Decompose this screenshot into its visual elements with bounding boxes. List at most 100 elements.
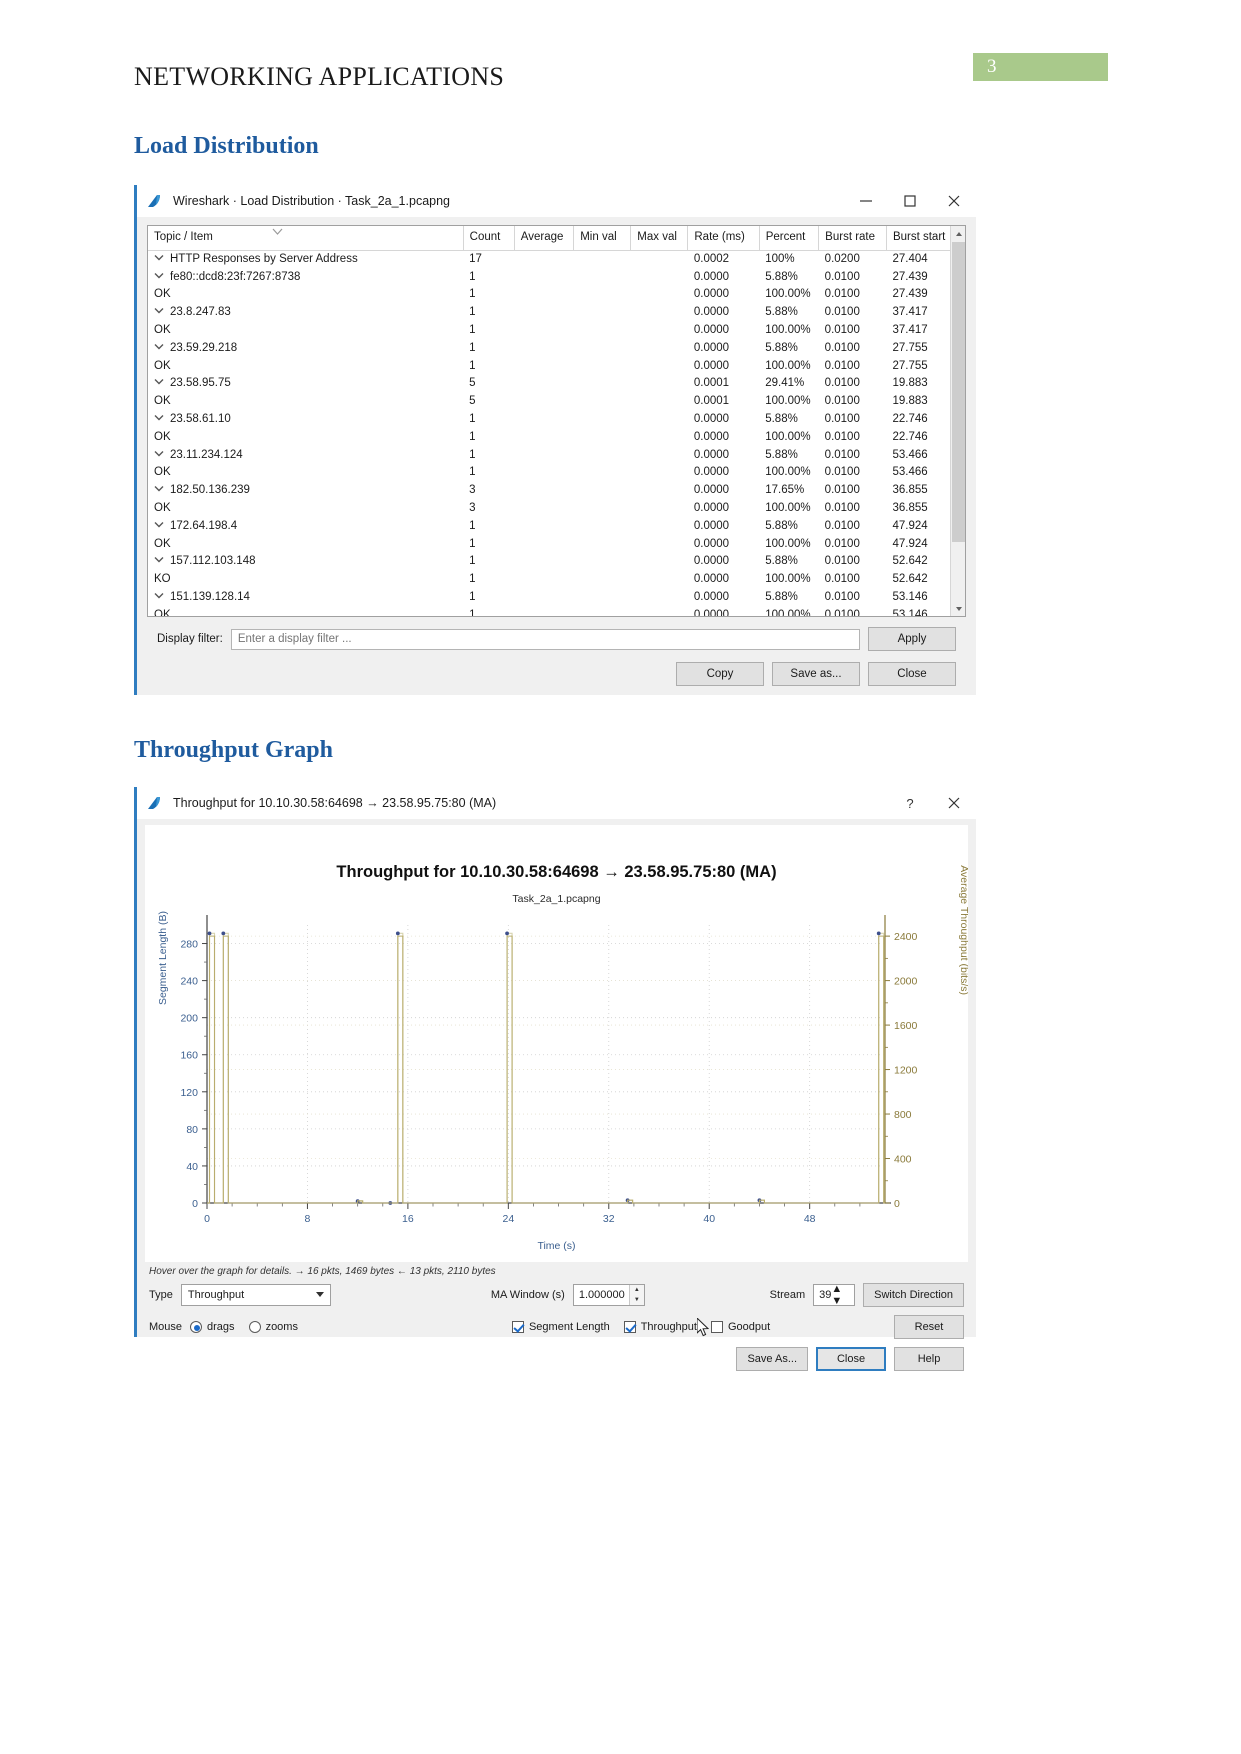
table-row[interactable]: 182.50.136.239 3 0.0000 17.65% 0.0100 36.855 xyxy=(148,481,965,499)
table-row[interactable]: 157.112.103.148 1 0.0000 5.88% 0.0100 52.642 xyxy=(148,553,965,571)
table-row[interactable]: OK 1 0.0000 100.00% 0.0100 53.146 xyxy=(148,606,965,616)
expander-chevron-icon[interactable] xyxy=(154,414,166,421)
throughput-plot-card[interactable]: Throughput for 10.10.30.58:64698 → 23.58… xyxy=(145,825,968,1262)
expander-chevron-icon[interactable] xyxy=(154,485,166,492)
goodput-checkbox[interactable]: Goodput xyxy=(710,1321,770,1333)
save-as-button[interactable]: Save As... xyxy=(736,1347,808,1371)
row-percent-cell: 17.65% xyxy=(765,484,805,497)
expander-chevron-icon[interactable] xyxy=(154,378,166,385)
type-select[interactable]: Throughput xyxy=(180,1284,331,1306)
spin-down-icon[interactable]: ▼ xyxy=(831,1295,842,1307)
table-row[interactable]: OK 1 0.0000 100.00% 0.0100 47.924 xyxy=(148,535,965,553)
row-burst-rate-cell: 0.0100 xyxy=(824,466,860,479)
throughput-chart-svg[interactable]: 0408012016020024028004008001200160020002… xyxy=(145,825,968,1262)
reset-button[interactable]: Reset xyxy=(894,1315,964,1339)
scrollbar-thumb[interactable] xyxy=(952,242,965,542)
table-row[interactable]: OK 1 0.0000 100.00% 0.0100 22.746 xyxy=(148,428,965,446)
row-burst-rate-cell: 0.0100 xyxy=(824,270,860,283)
apply-filter-button[interactable]: Apply xyxy=(868,627,956,651)
spin-up-icon[interactable]: ▲ xyxy=(629,1285,644,1295)
row-min-cell xyxy=(574,375,631,393)
col-header-min-val[interactable]: Min val xyxy=(573,226,632,251)
mouse-zooms-radio[interactable]: zooms xyxy=(248,1321,298,1333)
help-icon[interactable]: ? xyxy=(888,787,932,819)
table-row[interactable]: 23.58.95.75 5 0.0001 29.41% 0.0100 19.883 xyxy=(148,375,965,393)
row-count-cell: 3 xyxy=(469,484,476,497)
table-row[interactable]: OK 1 0.0000 100.00% 0.0100 53.466 xyxy=(148,464,965,482)
table-row[interactable]: OK 3 0.0000 100.00% 0.0100 36.855 xyxy=(148,499,965,517)
row-min-cell xyxy=(574,428,631,446)
row-burst-rate-cell: 0.0100 xyxy=(824,448,860,461)
help-button[interactable]: Help xyxy=(894,1347,964,1371)
table-row[interactable]: HTTP Responses by Server Address 17 0.0002… xyxy=(148,250,965,268)
table-row[interactable]: 151.139.128.14 1 0.0000 5.88% 0.0100 53.146 xyxy=(148,588,965,606)
expander-chevron-icon[interactable] xyxy=(154,592,166,599)
save-as-button[interactable]: Save as... xyxy=(772,662,860,686)
expander-chevron-icon[interactable] xyxy=(154,556,166,563)
expander-chevron-icon[interactable] xyxy=(154,450,166,457)
col-header-max-val[interactable]: Max val xyxy=(630,226,689,251)
table-row[interactable]: OK 5 0.0001 100.00% 0.0100 19.883 xyxy=(148,392,965,410)
table-row[interactable]: fe80::dcd8:23f:7267:8738 1 0.0000 5.88% 0.01… xyxy=(148,268,965,286)
expander-chevron-icon[interactable] xyxy=(154,254,166,261)
row-burst-rate-cell: 0.0100 xyxy=(824,484,860,497)
table-row[interactable]: 23.8.247.83 1 0.0000 5.88% 0.0100 37.417 xyxy=(148,303,965,321)
throughput-label: Throughput xyxy=(640,1321,697,1333)
table-row[interactable]: OK 1 0.0000 100.00% 0.0100 27.755 xyxy=(148,357,965,375)
table-row[interactable]: 172.64.198.4 1 0.0000 5.88% 0.0100 47.924 xyxy=(148,517,965,535)
throughput-checkbox[interactable]: Throughput xyxy=(623,1321,697,1333)
chart-data-point xyxy=(876,931,881,936)
col-header-burst-rate[interactable]: Burst rate xyxy=(818,226,887,251)
row-topic-cell: OK xyxy=(148,428,463,446)
row-topic-label: HTTP Responses by Server Address xyxy=(170,253,358,266)
close-button[interactable]: Close xyxy=(868,662,956,686)
expander-chevron-icon[interactable] xyxy=(154,343,166,350)
close-icon[interactable] xyxy=(932,185,976,217)
stream-spin-buttons[interactable]: ▲ ▼ xyxy=(831,1283,842,1307)
row-rate-cell: 0.0000 xyxy=(693,502,730,515)
row-rate-cell: 0.0000 xyxy=(693,519,730,532)
close-icon[interactable] xyxy=(932,787,976,819)
spin-up-icon[interactable]: ▲ xyxy=(831,1283,842,1295)
expander-chevron-icon[interactable] xyxy=(154,521,166,528)
row-average-cell xyxy=(514,535,573,553)
ma-window-stepper[interactable]: 1.000000 ▲ ▼ xyxy=(572,1284,645,1306)
close-button[interactable]: Close xyxy=(816,1347,886,1371)
table-row[interactable]: KO 1 0.0000 100.00% 0.0100 52.642 xyxy=(148,570,965,588)
table-row[interactable]: OK 1 0.0000 100.00% 0.0100 37.417 xyxy=(148,321,965,339)
row-average-cell xyxy=(514,268,573,286)
row-topic-cell: OK xyxy=(148,357,463,375)
col-header-average[interactable]: Average xyxy=(514,226,575,251)
col-header-percent[interactable]: Percent xyxy=(759,226,820,251)
scroll-up-icon[interactable] xyxy=(951,226,965,241)
minimize-icon[interactable] xyxy=(844,185,888,217)
maximize-icon[interactable] xyxy=(888,185,932,217)
mouse-zooms-label: zooms xyxy=(265,1321,298,1333)
chart-x-tick-label: 24 xyxy=(502,1213,514,1225)
row-min-cell xyxy=(574,250,631,268)
expander-chevron-icon[interactable] xyxy=(154,307,166,314)
expander-chevron-icon[interactable] xyxy=(154,272,166,279)
col-header-count[interactable]: Count xyxy=(463,226,515,251)
spin-down-icon[interactable]: ▼ xyxy=(629,1295,644,1305)
segment-length-checkbox[interactable]: Segment Length xyxy=(511,1321,610,1333)
scroll-down-icon[interactable] xyxy=(951,601,965,616)
col-header-rate[interactable]: Rate (ms) xyxy=(687,226,760,251)
table-vertical-scrollbar[interactable] xyxy=(950,226,965,616)
switch-direction-button[interactable]: Switch Direction xyxy=(863,1283,964,1307)
display-filter-input[interactable] xyxy=(230,628,860,650)
table-row[interactable]: 23.59.29.218 1 0.0000 5.88% 0.0100 27.755 xyxy=(148,339,965,357)
row-count-cell: 1 xyxy=(469,270,476,283)
copy-button[interactable]: Copy xyxy=(676,662,764,686)
table-row[interactable]: 23.58.61.10 1 0.0000 5.88% 0.0100 22.746 xyxy=(148,410,965,428)
mouse-drags-radio[interactable]: drags xyxy=(190,1321,235,1333)
chart-x-tick-label: 16 xyxy=(402,1213,414,1225)
stream-stepper[interactable]: 39 ▲ ▼ xyxy=(813,1283,856,1307)
ma-window-spin-buttons[interactable]: ▲ ▼ xyxy=(628,1285,644,1305)
stream-value: 39 xyxy=(819,1289,832,1301)
table-row[interactable]: OK 1 0.0000 100.00% 0.0100 27.439 xyxy=(148,286,965,304)
col-header-topic[interactable]: Topic / Item xyxy=(148,226,464,251)
row-min-cell xyxy=(574,535,631,553)
type-select-value: Throughput xyxy=(187,1289,245,1301)
table-row[interactable]: 23.11.234.124 1 0.0000 5.88% 0.0100 53.466 xyxy=(148,446,965,464)
